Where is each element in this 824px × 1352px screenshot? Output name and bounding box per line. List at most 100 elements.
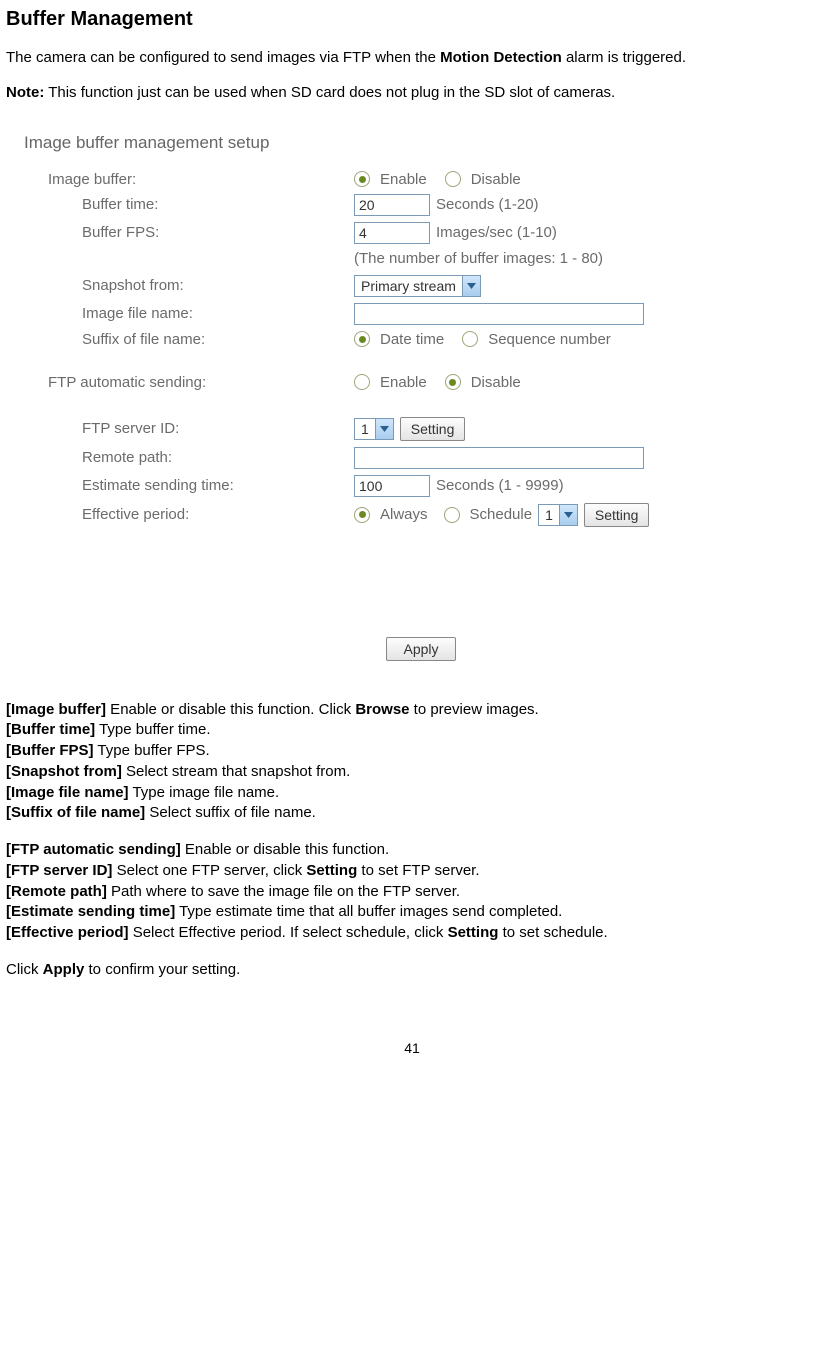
def-effective-period: [Effective period] Select Effective peri… xyxy=(6,924,818,943)
ftp-server-id-label: FTP server ID: xyxy=(24,420,354,437)
def-term: [Buffer time] xyxy=(6,721,95,738)
ftp-auto-disable-text: Disable xyxy=(471,374,521,391)
ftp-server-id-select[interactable]: 1 xyxy=(354,418,394,440)
chevron-down-icon xyxy=(375,419,393,439)
image-buffer-enable-text: Enable xyxy=(380,171,427,188)
definitions-group-1: [Image buffer] Enable or disable this fu… xyxy=(6,701,818,824)
intro-before: The camera can be configured to send ima… xyxy=(6,49,440,66)
remote-path-input[interactable] xyxy=(354,447,644,469)
est-send-input[interactable] xyxy=(354,475,430,497)
def-text: Type buffer time. xyxy=(95,721,210,738)
def-term: [Snapshot from] xyxy=(6,763,122,780)
def-term: [Image buffer] xyxy=(6,701,106,718)
def-text: Path where to save the image file on the… xyxy=(107,883,460,900)
def-text: Select one FTP server, click xyxy=(112,862,306,879)
def-term: [Effective period] xyxy=(6,924,129,941)
def-image-file-name: [Image file name] Type image file name. xyxy=(6,784,818,803)
effective-schedule-radio[interactable] xyxy=(444,507,460,523)
closing-before: Click xyxy=(6,961,43,978)
def-term: [Suffix of file name] xyxy=(6,804,145,821)
page-number: 41 xyxy=(6,1040,818,1056)
snapshot-from-select[interactable]: Primary stream xyxy=(354,275,481,297)
def-text: Type estimate time that all buffer image… xyxy=(175,903,562,920)
ftp-server-id-value: 1 xyxy=(355,421,375,437)
suffix-sequence-radio[interactable] xyxy=(462,331,478,347)
def-est-send: [Estimate sending time] Type estimate ti… xyxy=(6,903,818,922)
def-snapshot-from: [Snapshot from] Select stream that snaps… xyxy=(6,763,818,782)
intro-after: alarm is triggered. xyxy=(562,49,686,66)
snapshot-from-value: Primary stream xyxy=(355,278,462,294)
note-paragraph: Note: This function just can be used whe… xyxy=(6,84,818,103)
buffer-time-input[interactable] xyxy=(354,194,430,216)
def-ftp-server-id: [FTP server ID] Select one FTP server, c… xyxy=(6,862,818,881)
suffix-datetime-radio[interactable] xyxy=(354,331,370,347)
def-term: [FTP server ID] xyxy=(6,862,112,879)
def-term: [Remote path] xyxy=(6,883,107,900)
buffer-fps-suffix: Images/sec (1-10) xyxy=(436,224,557,241)
def-bold: Setting xyxy=(448,924,499,941)
note-text: This function just can be used when SD c… xyxy=(44,84,615,101)
def-text: Type image file name. xyxy=(129,784,280,801)
def-text: Select Effective period. If select sched… xyxy=(129,924,448,941)
def-text: Type buffer FPS. xyxy=(94,742,210,759)
def-term: [Estimate sending time] xyxy=(6,903,175,920)
snapshot-from-label: Snapshot from: xyxy=(24,277,354,294)
def-image-buffer: [Image buffer] Enable or disable this fu… xyxy=(6,701,818,720)
effective-always-text: Always xyxy=(380,506,428,523)
setup-panel: Image buffer management setup Image buff… xyxy=(24,133,818,661)
def-remote-path: [Remote path] Path where to save the ima… xyxy=(6,883,818,902)
def-suffix: [Suffix of file name] Select suffix of f… xyxy=(6,804,818,823)
ftp-auto-enable-text: Enable xyxy=(380,374,427,391)
closing-paragraph: Click Apply to confirm your setting. xyxy=(6,961,818,980)
effective-schedule-text: Schedule xyxy=(470,506,533,523)
page-title: Buffer Management xyxy=(6,8,818,31)
def-term: [Buffer FPS] xyxy=(6,742,94,759)
chevron-down-icon xyxy=(559,505,577,525)
def-text: Select stream that snapshot from. xyxy=(122,763,350,780)
def-bold: Setting xyxy=(306,862,357,879)
image-file-name-label: Image file name: xyxy=(24,305,354,322)
remote-path-label: Remote path: xyxy=(24,449,354,466)
image-file-name-input[interactable] xyxy=(354,303,644,325)
ftp-auto-enable-radio[interactable] xyxy=(354,374,370,390)
def-text: Enable or disable this function. Click xyxy=(106,701,355,718)
effective-schedule-select[interactable]: 1 xyxy=(538,504,578,526)
image-buffer-label: Image buffer: xyxy=(24,171,354,188)
apply-button[interactable]: Apply xyxy=(386,637,455,661)
def-buffer-time: [Buffer time] Type buffer time. xyxy=(6,721,818,740)
note-label: Note: xyxy=(6,84,44,101)
image-buffer-disable-text: Disable xyxy=(471,171,521,188)
closing-after: to confirm your setting. xyxy=(84,961,240,978)
def-buffer-fps: [Buffer FPS] Type buffer FPS. xyxy=(6,742,818,761)
effective-label: Effective period: xyxy=(24,506,354,523)
buffer-time-label: Buffer time: xyxy=(24,196,354,213)
def-text: Enable or disable this function. xyxy=(181,841,389,858)
image-buffer-disable-radio[interactable] xyxy=(445,171,461,187)
suffix-sequence-text: Sequence number xyxy=(488,331,611,348)
effective-schedule-value: 1 xyxy=(539,507,559,523)
closing-bold: Apply xyxy=(43,961,85,978)
buffer-time-suffix: Seconds (1-20) xyxy=(436,196,539,213)
ftp-auto-label: FTP automatic sending: xyxy=(24,374,354,391)
def-text: Select suffix of file name. xyxy=(145,804,316,821)
def-term: [FTP automatic sending] xyxy=(6,841,181,858)
def-text: to set FTP server. xyxy=(357,862,479,879)
definitions-group-2: [FTP automatic sending] Enable or disabl… xyxy=(6,841,818,943)
def-bold: Browse xyxy=(355,701,409,718)
est-send-label: Estimate sending time: xyxy=(24,477,354,494)
def-text: to set schedule. xyxy=(498,924,607,941)
suffix-label: Suffix of file name: xyxy=(24,331,354,348)
effective-always-radio[interactable] xyxy=(354,507,370,523)
ftp-server-setting-button[interactable]: Setting xyxy=(400,417,466,441)
setup-heading: Image buffer management setup xyxy=(24,133,818,153)
buffer-fps-label: Buffer FPS: xyxy=(24,224,354,241)
image-buffer-enable-radio[interactable] xyxy=(354,171,370,187)
def-text: to preview images. xyxy=(410,701,539,718)
est-send-suffix: Seconds (1 - 9999) xyxy=(436,477,564,494)
suffix-datetime-text: Date time xyxy=(380,331,444,348)
buffer-fps-input[interactable] xyxy=(354,222,430,244)
effective-setting-button[interactable]: Setting xyxy=(584,503,650,527)
intro-paragraph: The camera can be configured to send ima… xyxy=(6,49,818,68)
def-ftp-auto: [FTP automatic sending] Enable or disabl… xyxy=(6,841,818,860)
ftp-auto-disable-radio[interactable] xyxy=(445,374,461,390)
